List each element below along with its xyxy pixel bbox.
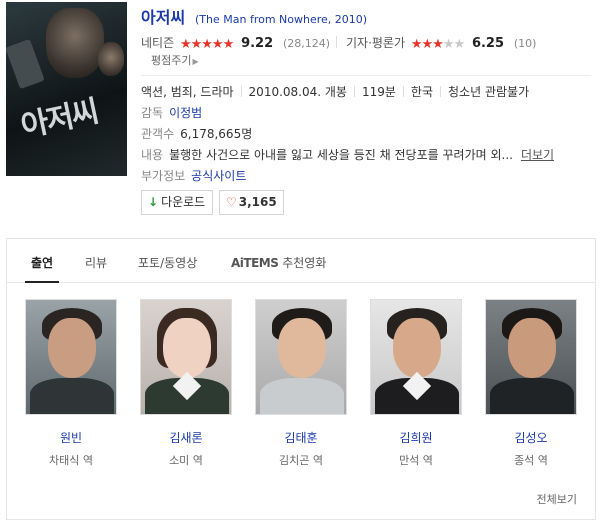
- audience-line: 관객수 6,178,665명: [141, 126, 591, 147]
- director-line: 감독 이정범: [141, 105, 591, 126]
- director-link[interactable]: 이정범: [169, 106, 202, 120]
- runtime: 119분: [361, 85, 396, 99]
- download-label: 다운로드: [161, 195, 206, 209]
- netizen-stars: ★★★★★: [179, 37, 234, 52]
- movie-meta: 액션, 범죄, 드라마 2010.08.04. 개봉 119분 한국 청소년 관람불가 …: [141, 84, 591, 189]
- critic-score: 6.25: [471, 36, 505, 51]
- heart-icon: ♡: [226, 195, 237, 209]
- tab-review[interactable]: 리뷰: [85, 254, 107, 271]
- cast-name[interactable]: 김새론: [140, 429, 232, 446]
- cast-card[interactable]: 김성오 종석 역: [485, 299, 577, 468]
- release-date: 2010.08.04. 개봉: [248, 85, 347, 99]
- genre: 액션, 범죄, 드라마: [141, 85, 234, 99]
- audience-count: 6,178,665명: [180, 127, 253, 141]
- netizen-count: (28,124): [282, 37, 331, 50]
- plot-line: 내용 불행한 사건으로 아내를 잃고 세상을 등진 채 전당포를 꾸려가며 외..…: [141, 147, 591, 168]
- cast-name[interactable]: 김성오: [485, 429, 577, 446]
- rating-separator: [336, 36, 337, 48]
- cast-role: 소미 역: [169, 454, 203, 467]
- netizen-score: 9.22: [241, 36, 274, 51]
- like-button[interactable]: ♡ 3,165: [219, 190, 284, 215]
- tab-bar: 출연 리뷰 포토/동영상 AiTEMS 추천영화: [7, 239, 595, 283]
- cast-photo[interactable]: [140, 299, 232, 415]
- poster-title-art: 아저씨: [17, 94, 101, 145]
- country: 한국: [410, 85, 434, 99]
- cast-role: 만석 역: [399, 454, 433, 467]
- view-all-link[interactable]: 전체보기: [537, 491, 577, 507]
- plot-label: 내용: [141, 148, 164, 162]
- official-site-link[interactable]: 공식사이트: [191, 169, 246, 183]
- netizen-label: 네티즌: [141, 36, 175, 50]
- more-link[interactable]: 더보기: [521, 148, 554, 162]
- cast-card[interactable]: 김희원 만석 역: [370, 299, 462, 468]
- like-count: 3,165: [238, 195, 277, 209]
- active-tab-indicator: [25, 281, 59, 283]
- cast-photo[interactable]: [25, 299, 117, 415]
- cast-card[interactable]: 원빈 차태식 역: [25, 299, 117, 468]
- cast-role: 김치곤 역: [279, 454, 323, 467]
- plot-text: 불행한 사건으로 아내를 잃고 세상을 등진 채 전당포를 꾸려가며 외...: [169, 148, 513, 162]
- critic-rating: 기자·평론가 ★★★★★ 6.25 (10): [346, 34, 536, 52]
- rate-movie-link[interactable]: 평점주기▶: [151, 52, 199, 68]
- tab-aitems[interactable]: AiTEMS 추천영화: [231, 254, 326, 271]
- cast-name[interactable]: 원빈: [25, 429, 117, 446]
- netizen-rating: 네티즌 ★★★★★ 9.22 (28,124): [141, 34, 330, 52]
- critic-stars: ★★★★★: [410, 37, 465, 52]
- title-row: 아저씨 (The Man from Nowhere, 2010): [141, 0, 601, 28]
- meta-summary: 액션, 범죄, 드라마 2010.08.04. 개봉 119분 한국 청소년 관람불가: [141, 84, 591, 105]
- cast-role: 차태식 역: [49, 454, 93, 467]
- director-label: 감독: [141, 106, 164, 120]
- extra-label: 부가정보: [141, 169, 186, 183]
- chevron-right-icon: ▶: [192, 57, 199, 66]
- cast-photo[interactable]: [485, 299, 577, 415]
- critic-label: 기자·평론가: [346, 36, 406, 50]
- tab-cast[interactable]: 출연: [31, 254, 53, 271]
- cast-name[interactable]: 김태훈: [255, 429, 347, 446]
- cast-card[interactable]: 김태훈 김치곤 역: [255, 299, 347, 468]
- movie-poster[interactable]: 아저씨: [6, 2, 127, 176]
- poster-gun-shape: [6, 38, 45, 90]
- cast-photo[interactable]: [255, 299, 347, 415]
- movie-title[interactable]: 아저씨: [141, 8, 185, 27]
- extra-line: 부가정보 공식사이트: [141, 168, 591, 189]
- movie-info: 아저씨 (The Man from Nowhere, 2010) 네티즌 ★★★…: [141, 0, 601, 215]
- cast-card[interactable]: 김새론 소미 역: [140, 299, 232, 468]
- audience-label: 관객수: [141, 127, 175, 141]
- download-button[interactable]: ↓ 다운로드: [141, 190, 213, 215]
- poster-face-shape-2: [98, 42, 124, 76]
- cast-name[interactable]: 김희원: [370, 429, 462, 446]
- cast-photo[interactable]: [370, 299, 462, 415]
- movie-title-en[interactable]: (The Man from Nowhere, 2010): [195, 13, 367, 26]
- download-icon: ↓: [148, 195, 159, 209]
- critic-count: (10): [513, 37, 537, 50]
- divider: [141, 75, 591, 76]
- rating-row: 네티즌 ★★★★★ 9.22 (28,124) 기자·평론가 ★★★★★ 6.2…: [141, 34, 591, 70]
- tab-photo-video[interactable]: 포토/동영상: [138, 254, 197, 271]
- poster-face-shape: [46, 8, 104, 78]
- age-rating: 청소년 관람불가: [448, 85, 530, 99]
- cast-panel: 출연 리뷰 포토/동영상 AiTEMS 추천영화 원빈 차태식 역 김새론 소미…: [6, 238, 596, 520]
- cast-role: 종석 역: [514, 454, 548, 467]
